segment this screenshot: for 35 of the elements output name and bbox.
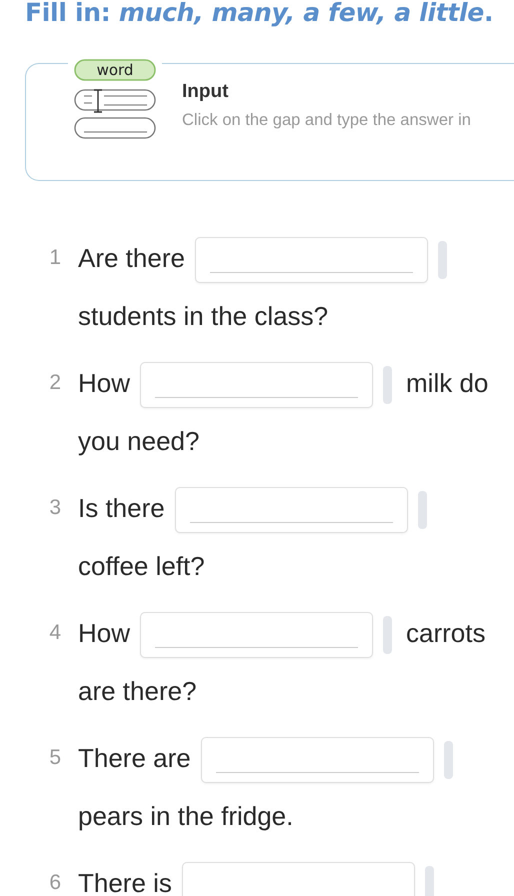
answer-field[interactable] <box>182 862 415 896</box>
gap-marker <box>438 241 447 280</box>
answer-field[interactable] <box>140 362 374 408</box>
gap-marker <box>383 616 392 654</box>
gap-marker <box>444 741 453 780</box>
item-number: 2 <box>48 370 62 396</box>
sentence-text: are there? <box>78 675 197 708</box>
answer-field[interactable] <box>174 487 408 534</box>
item-number: 4 <box>48 620 62 646</box>
exercise-title: Fill in: much, many, a few, a little. <box>25 0 494 29</box>
sentence-text: How <box>78 618 130 648</box>
word-gaps-drawing: word <box>72 58 158 142</box>
sentence-text: Are there <box>78 243 185 273</box>
item-number: 5 <box>48 745 62 771</box>
sentence-text: There are <box>78 743 191 773</box>
sentence-text: How <box>78 368 130 398</box>
sentence-text: carrots <box>406 618 486 648</box>
instruction-text: Click on the gap and type the answer in <box>182 110 472 131</box>
item-number: 6 <box>48 870 62 896</box>
sentence-text: milk do <box>406 368 488 398</box>
sentence-text: coffee left? <box>78 551 205 581</box>
gap-marker <box>424 866 434 896</box>
sentence-text: you need? <box>78 425 200 458</box>
sentence-text: Is there <box>78 493 165 523</box>
sentence-text: students in the class? <box>78 301 328 331</box>
instruction-heading: Input <box>182 81 230 103</box>
answer-field[interactable] <box>140 612 374 658</box>
item-number: 3 <box>48 495 62 521</box>
answer-field[interactable] <box>200 737 434 784</box>
answer-field[interactable] <box>194 237 428 284</box>
gap-marker <box>383 366 392 404</box>
sentence-text: There is <box>78 868 172 896</box>
gap-marker <box>418 491 427 530</box>
sentence-text: pears in the fridge. <box>78 801 294 831</box>
item-number: 1 <box>48 245 62 271</box>
